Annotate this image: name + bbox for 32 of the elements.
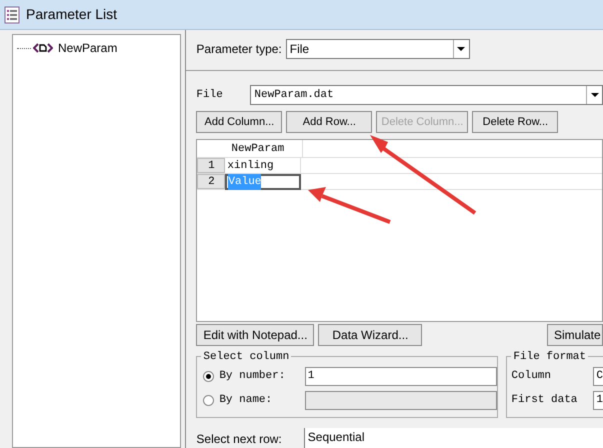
field-label: File — [196, 88, 224, 103]
column-header: NewParam — [227, 140, 304, 158]
caret-icon — [590, 93, 598, 98]
parameter-type-dropdown[interactable]: File — [286, 38, 470, 59]
option-label: By name: — [219, 393, 274, 408]
field-label: Parameter type: — [196, 40, 282, 58]
tree-item[interactable]: NewParam — [58, 39, 118, 57]
list-icon — [4, 6, 20, 24]
toolbar-button[interactable]: Delete Row... — [472, 111, 558, 134]
input-field[interactable]: C — [593, 367, 603, 386]
radio-button[interactable] — [203, 395, 214, 406]
caret-icon — [457, 46, 466, 51]
option-label: By number: — [219, 369, 286, 384]
input-field[interactable]: 1 — [593, 391, 603, 410]
toolbar-button[interactable]: Add Column... — [196, 111, 282, 134]
window-title: Parameter List — [26, 5, 118, 24]
field-label: Select next row: — [196, 431, 282, 448]
field-label: Column — [511, 369, 552, 384]
radio-button[interactable] — [203, 371, 214, 382]
spin-field[interactable]: 1 — [304, 367, 498, 386]
row-number: 2 — [197, 174, 226, 190]
next-row-field[interactable]: Sequential — [304, 428, 603, 448]
table-cell-text: xinling — [227, 158, 274, 174]
row-number: 1 — [197, 158, 226, 174]
action-button[interactable]: Data Wizard... — [318, 324, 422, 346]
toolbar-button[interactable]: Add Row... — [286, 111, 372, 134]
action-button[interactable]: Edit with Notepad... — [196, 324, 314, 346]
field-label: First data — [511, 393, 578, 408]
action-button[interactable]: Simulate — [547, 324, 603, 346]
spin-field[interactable] — [304, 391, 498, 410]
filename-dropdown[interactable]: NewParam.dat — [250, 85, 603, 106]
parameter-icon — [33, 43, 53, 53]
